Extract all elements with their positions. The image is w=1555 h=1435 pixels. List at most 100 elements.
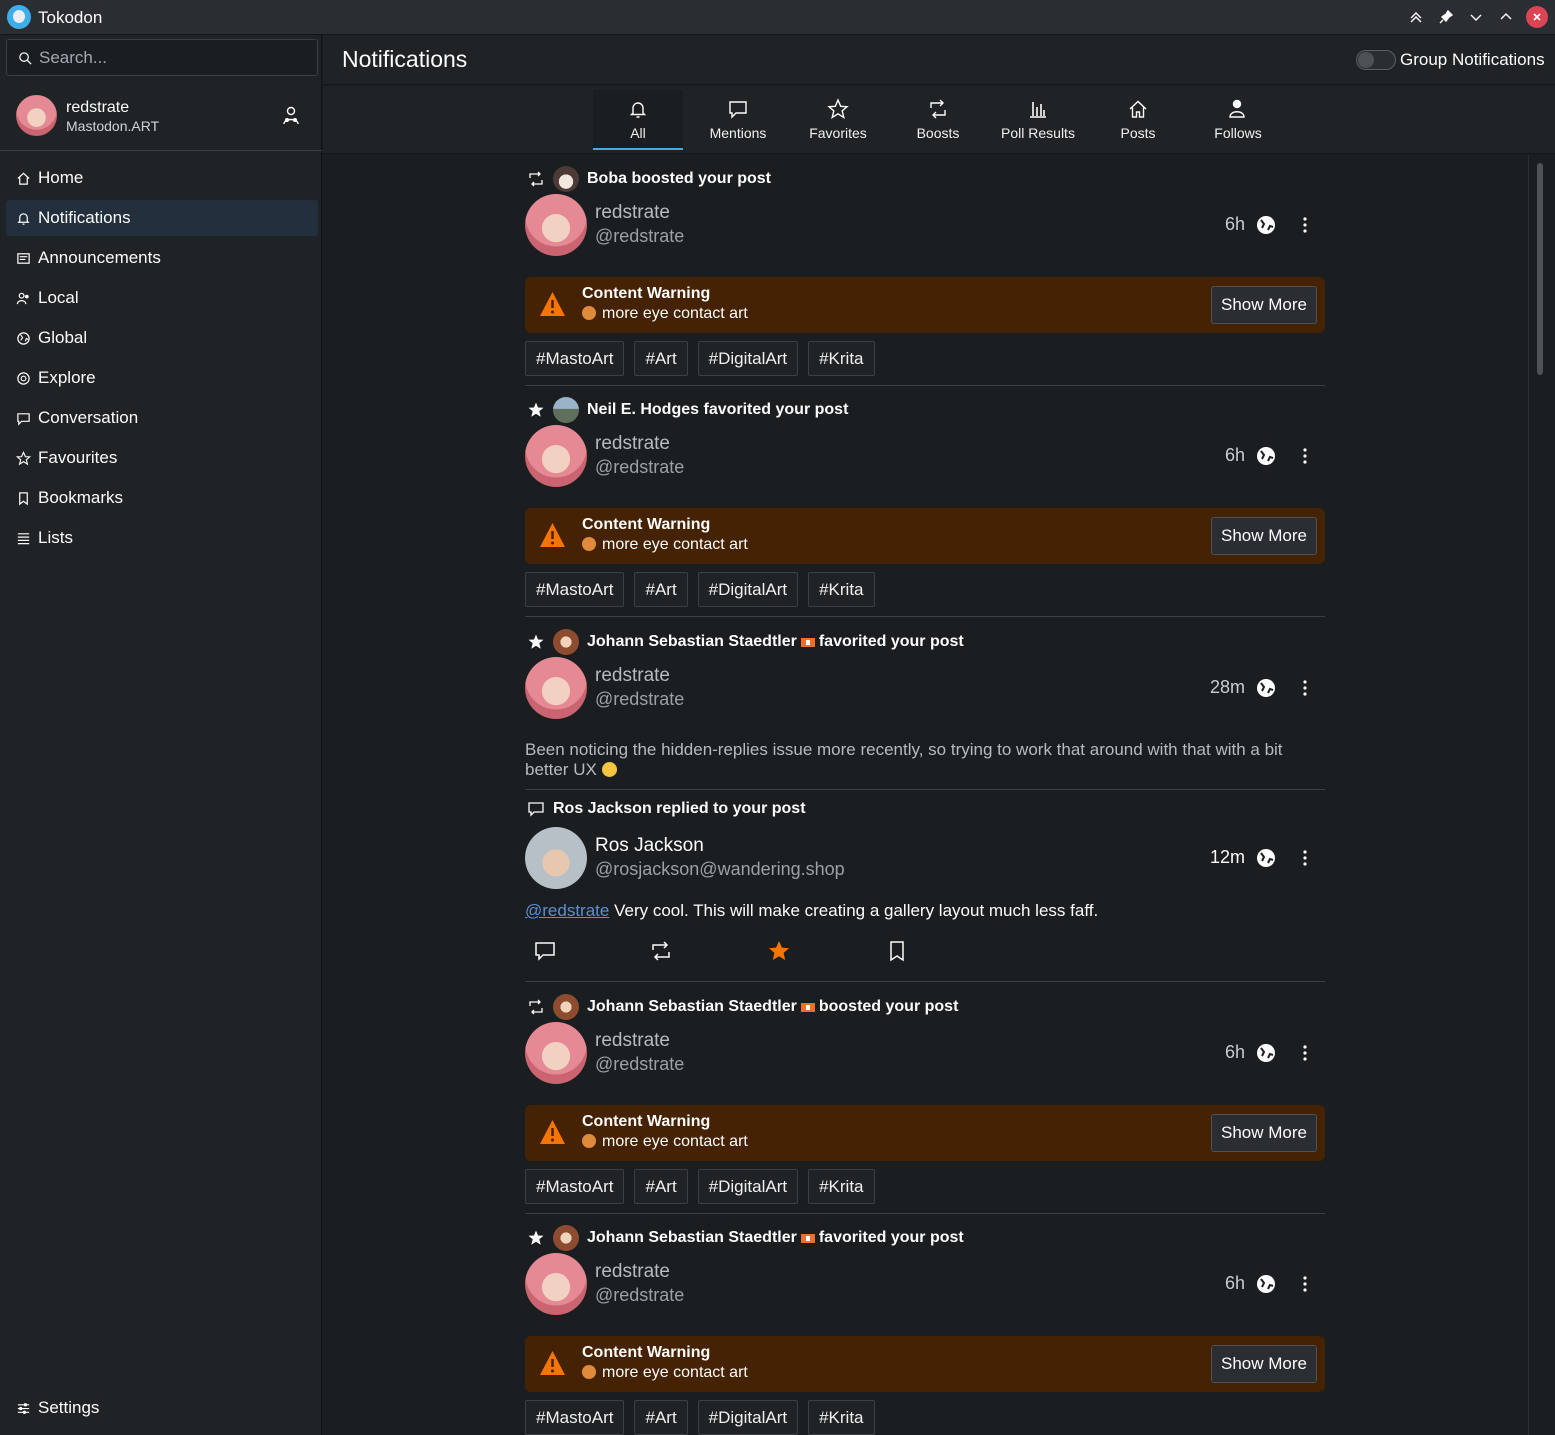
post-actions (525, 939, 945, 969)
notification-actor[interactable]: Johann Sebastian Staedtler (587, 633, 797, 651)
sidebar-item-global[interactable]: Global (6, 320, 318, 356)
author-name[interactable]: Ros Jackson (595, 835, 704, 857)
sidebar-item-label: Home (38, 168, 84, 187)
post-time: 28m (1209, 677, 1245, 697)
hashtag-chip[interactable]: #Art (634, 341, 688, 376)
show-more-button[interactable]: Show More (1211, 286, 1317, 324)
scrollbar[interactable] (1528, 155, 1550, 1435)
tab-mentions[interactable]: Mentions (693, 90, 783, 150)
more-options-icon[interactable] (1297, 445, 1313, 467)
tab-favorites[interactable]: Favorites (793, 90, 883, 150)
sidebar-item-label: Lists (38, 528, 73, 547)
more-options-icon[interactable] (1297, 1042, 1313, 1064)
hashtag-chip[interactable]: #DigitalArt (697, 1169, 799, 1204)
sidebar: redstrate Mastodon.ART Home Notification… (0, 35, 322, 1435)
switch-account-icon[interactable] (280, 105, 302, 127)
search-box[interactable] (6, 39, 318, 76)
tab-boosts[interactable]: Boosts (893, 90, 983, 150)
hashtag-chip[interactable]: #Art (634, 572, 688, 607)
scrollbar-thumb[interactable] (1537, 163, 1543, 375)
show-more-button[interactable]: Show More (1211, 517, 1317, 555)
sidebar-item-notifications[interactable]: Notifications (6, 200, 318, 236)
tab-posts[interactable]: Posts (1093, 90, 1183, 150)
hashtag-chip[interactable]: #DigitalArt (697, 1400, 799, 1435)
minimize-icon[interactable] (1465, 6, 1487, 28)
search-icon (19, 52, 32, 65)
sidebar-item-announcements[interactable]: Announcements (6, 240, 318, 276)
notification-actor[interactable]: Neil E. Hodges (587, 401, 699, 419)
hashtag-chip[interactable]: #Krita (808, 1400, 875, 1435)
more-options-icon[interactable] (1297, 1273, 1313, 1295)
tab-follows[interactable]: Follows (1193, 90, 1283, 150)
notification-actor[interactable]: Boba (587, 170, 627, 188)
tab-all[interactable]: All (593, 90, 683, 150)
avatar[interactable] (553, 1225, 579, 1251)
hashtag-chip[interactable]: #Krita (808, 572, 875, 607)
hashtag-chip[interactable]: #MastoArt (525, 572, 625, 607)
avatar[interactable] (525, 827, 587, 889)
tab-label: All (630, 125, 646, 141)
more-options-icon[interactable] (1297, 214, 1313, 236)
mention-link[interactable]: @redstrate (525, 901, 609, 920)
sidebar-item-settings[interactable]: Settings (6, 1390, 318, 1426)
page-title: Notifications (342, 46, 468, 72)
sidebar-item-bookmarks[interactable]: Bookmarks (6, 480, 318, 516)
reply-icon[interactable] (533, 939, 557, 963)
group-notifications-toggle[interactable] (1356, 50, 1396, 70)
notification-actor[interactable]: Ros Jackson (553, 800, 652, 818)
pin-icon[interactable] (1435, 6, 1457, 28)
post-time: 6h (1224, 1273, 1245, 1293)
sidebar-item-lists[interactable]: Lists (6, 520, 318, 556)
notification-actor[interactable]: Johann Sebastian Staedtler (587, 1229, 797, 1247)
globe-icon (17, 331, 30, 345)
author-name[interactable]: redstrate (595, 1030, 670, 1052)
favorite-star-icon[interactable] (767, 939, 791, 963)
maximize-icon[interactable] (1495, 6, 1517, 28)
sidebar-item-label: Bookmarks (38, 488, 124, 507)
sidebar-item-home[interactable]: Home (6, 160, 318, 196)
group-notifications-label[interactable]: Group Notifications (1400, 50, 1545, 70)
avatar[interactable] (525, 194, 587, 256)
avatar[interactable] (553, 397, 579, 423)
boost-icon[interactable] (649, 939, 673, 963)
sidebar-item-favourites[interactable]: Favourites (6, 440, 318, 476)
hashtag-chip[interactable]: #Art (634, 1400, 688, 1435)
divider (525, 385, 1325, 386)
bookmark-icon[interactable] (885, 939, 909, 963)
hashtag-chip[interactable]: #Krita (808, 341, 875, 376)
avatar[interactable] (553, 166, 579, 192)
sidebar-item-local[interactable]: Local (6, 280, 318, 316)
flag-emoji-icon (800, 1002, 815, 1012)
tab-poll-results[interactable]: Poll Results (993, 90, 1083, 150)
notification-actor[interactable]: Johann Sebastian Staedtler (587, 998, 797, 1016)
hashtag-chip[interactable]: #DigitalArt (697, 572, 799, 607)
hashtag-chip[interactable]: #MastoArt (525, 1169, 625, 1204)
sidebar-item-explore[interactable]: Explore (6, 360, 318, 396)
close-icon[interactable] (1526, 6, 1548, 28)
avatar[interactable] (525, 1022, 587, 1084)
avatar[interactable] (553, 629, 579, 655)
author-name[interactable]: redstrate (595, 1261, 670, 1283)
hashtag-chip[interactable]: #Krita (808, 1169, 875, 1204)
avatar[interactable] (553, 994, 579, 1020)
author-name[interactable]: redstrate (595, 665, 670, 687)
account-card[interactable]: redstrate Mastodon.ART (0, 85, 322, 151)
more-options-icon[interactable] (1297, 847, 1313, 869)
author-name[interactable]: redstrate (595, 433, 670, 455)
more-options-icon[interactable] (1297, 677, 1313, 699)
sidebar-item-conversation[interactable]: Conversation (6, 400, 318, 436)
hashtag-chip[interactable]: #Art (634, 1169, 688, 1204)
author-name[interactable]: redstrate (595, 202, 670, 224)
hashtag-chip[interactable]: #MastoArt (525, 1400, 625, 1435)
avatar[interactable] (525, 425, 587, 487)
show-more-button[interactable]: Show More (1211, 1114, 1317, 1152)
avatar[interactable] (525, 1253, 587, 1315)
hashtag-chip[interactable]: #DigitalArt (697, 341, 799, 376)
avatar[interactable] (525, 657, 587, 719)
search-input[interactable] (39, 47, 309, 69)
notification-action: replied to your post (656, 800, 806, 817)
keep-above-icon[interactable] (1405, 6, 1427, 28)
show-more-button[interactable]: Show More (1211, 1345, 1317, 1383)
hashtag-chip[interactable]: #MastoArt (525, 341, 625, 376)
notification-action: boosted your post (818, 998, 959, 1015)
